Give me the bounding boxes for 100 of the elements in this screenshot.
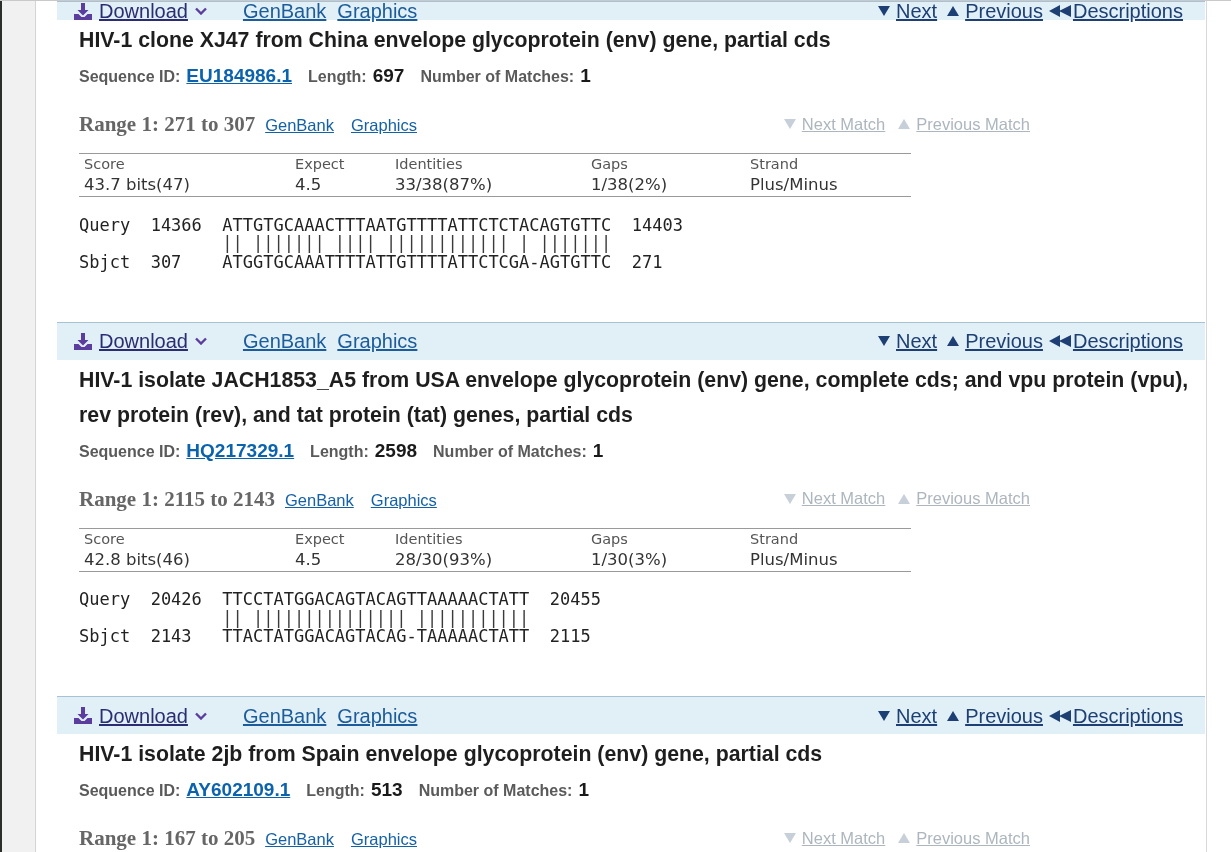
previous-link[interactable]: Previous — [947, 330, 1043, 352]
download-menu-link[interactable]: Download — [74, 704, 207, 727]
table-header-cell-text: Strand — [749, 155, 800, 174]
triangle-down-icon — [878, 336, 890, 346]
table-cell-text: 33/38(87%) — [394, 174, 494, 196]
sequence-id-link[interactable]: HQ217329.1 — [186, 439, 295, 462]
match-line: || ||||||| |||| |||||||||||| | ||||||| — [222, 234, 612, 253]
toolbar-link[interactable]: Graphics — [337, 330, 418, 352]
triangle-up-icon — [947, 336, 960, 346]
triangle-up-icon — [947, 6, 960, 16]
descriptions-link[interactable]: Descriptions — [1048, 330, 1183, 352]
position-number: 20455 — [549, 590, 601, 609]
sequence-id-link[interactable]: AY602109.1 — [186, 779, 291, 801]
position-number: 14403 — [631, 215, 683, 234]
range-link[interactable]: GenBank — [265, 116, 334, 135]
subject-label: Sbjct — [79, 626, 131, 646]
subject-label: Sbjct — [79, 251, 131, 272]
length-label: Length: — [310, 441, 369, 462]
table-cell-text: 28/30(93%) — [394, 548, 494, 571]
triangle-down-icon — [783, 119, 796, 129]
next-link[interactable]: Next — [878, 330, 938, 352]
table-header-cell-text: Identities — [394, 155, 464, 174]
sequence-title: HIV-1 isolate 2jb from Spain envelope glycoprotein (env) gene, partial cds — [79, 741, 824, 768]
download-menu-link[interactable]: Download — [74, 2, 207, 20]
next-link[interactable]: Next — [878, 2, 938, 20]
query-label: Query — [79, 589, 131, 609]
triangle-up-icon — [898, 119, 911, 129]
length-label: Length: — [306, 781, 365, 801]
position-number: 271 — [631, 252, 663, 271]
triangle-up-icon — [947, 710, 960, 721]
table-header-cell-text: Expect — [294, 529, 346, 549]
matches-value: 1 — [578, 779, 589, 801]
query-label: Query — [79, 214, 131, 235]
download-icon — [74, 2, 92, 20]
triangle-up-icon — [898, 833, 911, 843]
range-link[interactable]: Graphics — [350, 116, 417, 135]
descriptions-link[interactable]: Descriptions — [1048, 704, 1183, 727]
position-number: 307 — [150, 251, 182, 272]
table-cell-text: 4.5 — [294, 548, 323, 571]
position-number: 2115 — [549, 627, 591, 646]
matches-label: Number of Matches: — [433, 441, 587, 462]
position-number: 2143 — [150, 626, 192, 646]
table-cell-text: 42.8 bits(46) — [83, 548, 191, 571]
range-link[interactable]: GenBank — [265, 830, 334, 849]
length-value: 513 — [370, 779, 403, 801]
table-cell-text: 1/30(3%) — [590, 548, 669, 571]
double-triangle-left-icon — [1048, 5, 1071, 17]
sequence-text: ATGGTGCAAATTTTATTGTTTTATTCTCGA-AGTGTTC — [222, 252, 612, 271]
table-header-cell-text: Identities — [394, 529, 464, 549]
descriptions-link[interactable]: Descriptions — [1048, 2, 1183, 20]
range-title: Range 1: 167 to 205 — [79, 826, 256, 850]
sequence-id-label: Sequence ID: — [79, 441, 181, 462]
triangle-down-icon — [783, 833, 796, 843]
download-menu-link[interactable]: Download — [74, 330, 207, 352]
range-link[interactable]: Graphics — [370, 490, 437, 510]
sequence-id-link[interactable]: EU184986.1 — [186, 65, 292, 87]
table-header-cell-text: Gaps — [590, 155, 629, 174]
sequence-title: HIV-1 clone XJ47 from China envelope glycoprotein (env) gene, partial cds — [79, 27, 832, 54]
range-title: Range 1: 271 to 307 — [79, 112, 256, 136]
sequence-id-label: Sequence ID: — [79, 781, 181, 801]
toolbar-link[interactable]: GenBank — [242, 330, 327, 352]
matches-value: 1 — [592, 439, 604, 462]
sequence-text: TTACTATGGACAGTACAG-TAAAAACTATT — [222, 627, 530, 646]
double-triangle-left-icon — [1048, 709, 1071, 722]
toolbar-link[interactable]: Graphics — [337, 2, 418, 20]
range-title: Range 1: 2115 to 2143 — [79, 486, 275, 511]
position-number: 14366 — [150, 214, 202, 235]
matches-label: Number of Matches: — [420, 67, 575, 87]
table-header-cell-text: Score — [83, 155, 126, 174]
table-cell-text: Plus/Minus — [749, 548, 839, 571]
table-cell-text: 43.7 bits(47) — [83, 174, 191, 196]
download-icon — [74, 332, 92, 350]
previous-link[interactable]: Previous — [947, 2, 1043, 20]
chevron-down-icon — [194, 337, 207, 345]
matches-label: Number of Matches: — [418, 781, 573, 801]
triangle-down-icon — [878, 710, 890, 721]
length-label: Length: — [308, 67, 367, 87]
next-link[interactable]: Next — [878, 704, 938, 727]
sequence-text: TTCCTATGGACAGTACAGTTAAAAACTATT — [222, 590, 530, 609]
table-header-cell-text: Expect — [294, 155, 346, 174]
table-header-cell-text: Strand — [749, 529, 800, 549]
range-link[interactable]: GenBank — [285, 490, 354, 510]
position-number: 20426 — [150, 589, 202, 609]
match-line: || ||||||||||||||| ||||||||||| — [222, 608, 530, 627]
table-cell-text: Plus/Minus — [749, 174, 839, 196]
table-header-cell-text: Score — [83, 529, 126, 549]
chevron-down-icon — [194, 7, 207, 15]
sequence-text: ATTGTGCAAACTTTAATGTTTTATTCTCTACAGTGTTC — [222, 215, 612, 234]
toolbar-link[interactable]: GenBank — [242, 704, 327, 727]
range-link[interactable]: Graphics — [350, 830, 417, 849]
toolbar-link[interactable]: Graphics — [337, 704, 418, 727]
matches-value: 1 — [580, 65, 591, 87]
double-triangle-left-icon — [1048, 335, 1071, 347]
toolbar-link[interactable]: GenBank — [242, 2, 327, 20]
sequence-id-label: Sequence ID: — [79, 67, 181, 87]
previous-link[interactable]: Previous — [947, 704, 1043, 727]
download-icon — [74, 707, 92, 724]
triangle-down-icon — [878, 6, 890, 16]
table-cell-text: 4.5 — [294, 174, 323, 196]
triangle-up-icon — [898, 493, 911, 504]
